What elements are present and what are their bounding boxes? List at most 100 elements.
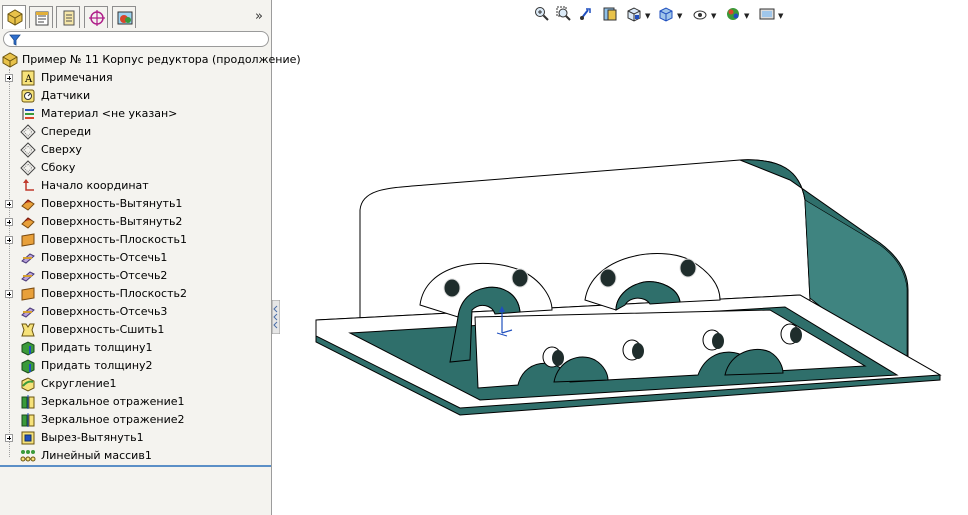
tree-separator (0, 465, 271, 467)
tree-root-label: Пример № 11 Корпус редуктора (продолжени… (22, 53, 301, 66)
expand-toggle-icon[interactable] (5, 434, 13, 442)
tab-property-manager[interactable] (29, 6, 53, 28)
panel-tabs: » (0, 0, 272, 30)
linear-pattern-icon (20, 450, 36, 462)
planar-surface-icon (21, 233, 35, 247)
fillet-icon (21, 377, 35, 392)
gearbox-housing-model[interactable] (315, 159, 942, 416)
more-tabs-icon[interactable]: » (255, 9, 263, 24)
zoom-to-area-button[interactable] (554, 4, 574, 24)
tree-filter-input[interactable] (3, 31, 269, 47)
panel-splitter-grip[interactable] (272, 300, 280, 334)
property-manager-icon (35, 11, 49, 26)
tree-item-label: Поверхность-Вытянуть1 (41, 197, 183, 210)
tree-item[interactable]: Поверхность-Сшить1 (0, 321, 271, 339)
tree-item-label: Поверхность-Отсечь1 (41, 251, 168, 264)
expand-toggle-icon[interactable] (5, 218, 13, 226)
tree-item[interactable]: Сверху (0, 141, 271, 159)
view-orientation-button[interactable] (624, 4, 644, 24)
tree-item[interactable]: Поверхность-Отсечь2 (0, 267, 271, 285)
tree-item[interactable]: Поверхность-Отсечь3 (0, 303, 271, 321)
edit-appearance-button[interactable] (723, 4, 743, 24)
zoom-to-fit-button[interactable] (532, 4, 552, 24)
feature-tree: Пример № 11 Корпус редуктора (продолжени… (0, 51, 301, 465)
tree-item-label: Придать толщину2 (41, 359, 153, 372)
cut-extrude-icon (21, 431, 35, 445)
surface-trim-icon (21, 253, 35, 264)
graphics-area[interactable] (280, 30, 968, 515)
tree-root-part[interactable]: Пример № 11 Корпус редуктора (продолжени… (0, 51, 301, 69)
thicken-icon (21, 341, 35, 356)
tree-item[interactable]: Зеркальное отражение2 (0, 411, 271, 429)
tree-item[interactable]: Датчики (0, 87, 271, 105)
tree-item-label: Сбоку (41, 161, 76, 174)
filter-icon (9, 34, 21, 46)
surface-extrude-icon (21, 199, 35, 211)
view-orientation-icon (627, 7, 641, 22)
previous-view-button[interactable] (576, 4, 596, 24)
tree-item[interactable]: Поверхность-Вытянуть2 (0, 213, 271, 231)
section-view-button[interactable] (600, 4, 620, 24)
tree-item-label: Поверхность-Сшить1 (41, 323, 165, 336)
tree-item-label: Поверхность-Отсечь2 (41, 269, 168, 282)
appearance-dropdown-icon[interactable]: ▼ (744, 12, 749, 20)
tree-item[interactable]: A Примечания (0, 69, 271, 87)
display-manager-icon (117, 11, 133, 25)
tree-item-label: Спереди (41, 125, 92, 138)
tree-item-label: Поверхность-Отсечь3 (41, 305, 168, 318)
surface-trim-icon (21, 271, 35, 282)
feature-manager-icon (7, 9, 23, 26)
tree-item[interactable]: Начало координат (0, 177, 271, 195)
plane-icon (20, 160, 36, 176)
tree-item[interactable]: Зеркальное отражение1 (0, 393, 271, 411)
dimxpert-icon (89, 10, 105, 26)
scene-dropdown-icon[interactable]: ▼ (778, 12, 783, 20)
surface-trim-icon (21, 307, 35, 318)
knit-icon (21, 323, 35, 337)
surface-extrude-icon (21, 217, 35, 229)
tab-feature-manager[interactable] (2, 5, 26, 29)
zoom-to-fit-icon (535, 7, 549, 21)
expand-toggle-icon[interactable] (5, 236, 13, 244)
expand-toggle-icon[interactable] (5, 290, 13, 298)
display-style-button[interactable] (656, 4, 676, 24)
tree-item[interactable]: Поверхность-Отсечь1 (0, 249, 271, 267)
tree-item[interactable]: Спереди (0, 123, 271, 141)
tab-configuration-manager[interactable] (56, 6, 80, 28)
apply-scene-button[interactable] (757, 4, 777, 24)
display-style-dropdown-icon[interactable]: ▼ (677, 12, 682, 20)
planar-surface-icon (21, 287, 35, 301)
edit-appearance-icon (727, 8, 739, 20)
sensors-icon (21, 89, 35, 103)
tree-item[interactable]: Поверхность-Плоскость1 (0, 231, 271, 249)
previous-view-icon (580, 8, 591, 20)
tree-item-label: Примечания (41, 71, 113, 84)
tab-dimxpert[interactable] (84, 6, 108, 28)
tree-item-label: Придать толщину1 (41, 341, 153, 354)
tree-item[interactable]: Поверхность-Вытянуть1 (0, 195, 271, 213)
tree-item-label: Датчики (41, 89, 91, 102)
expand-toggle-icon[interactable] (5, 200, 13, 208)
tree-item[interactable]: Линейный массив1 (0, 447, 271, 465)
view-orientation-dropdown-icon[interactable]: ▼ (645, 12, 650, 20)
tree-item[interactable]: Сбоку (0, 159, 271, 177)
tree-item-label: Зеркальное отражение2 (41, 413, 185, 426)
mirror-icon (21, 413, 35, 427)
hide-show-dropdown-icon[interactable]: ▼ (711, 12, 716, 20)
hide-show-items-button[interactable] (690, 4, 710, 24)
expand-toggle-icon[interactable] (5, 74, 13, 82)
tree-item[interactable]: Материал <не указан> (0, 105, 271, 123)
tree-item-label: Сверху (41, 143, 82, 156)
tree-item[interactable]: Вырез-Вытянуть1 (0, 429, 271, 447)
tab-display-manager[interactable] (112, 6, 136, 28)
tree-item[interactable]: Придать толщину2 (0, 357, 271, 375)
plane-icon (20, 124, 36, 140)
tree-item-label: Начало координат (41, 179, 149, 192)
tree-item[interactable]: Скругление1 (0, 375, 271, 393)
tree-item[interactable]: Придать толщину1 (0, 339, 271, 357)
svg-text:A: A (24, 74, 33, 85)
tree-item[interactable]: Поверхность-Плоскость2 (0, 285, 271, 303)
tree-item-label: Линейный массив1 (41, 449, 152, 462)
configuration-manager-icon (63, 10, 75, 26)
apply-scene-icon (759, 8, 775, 20)
